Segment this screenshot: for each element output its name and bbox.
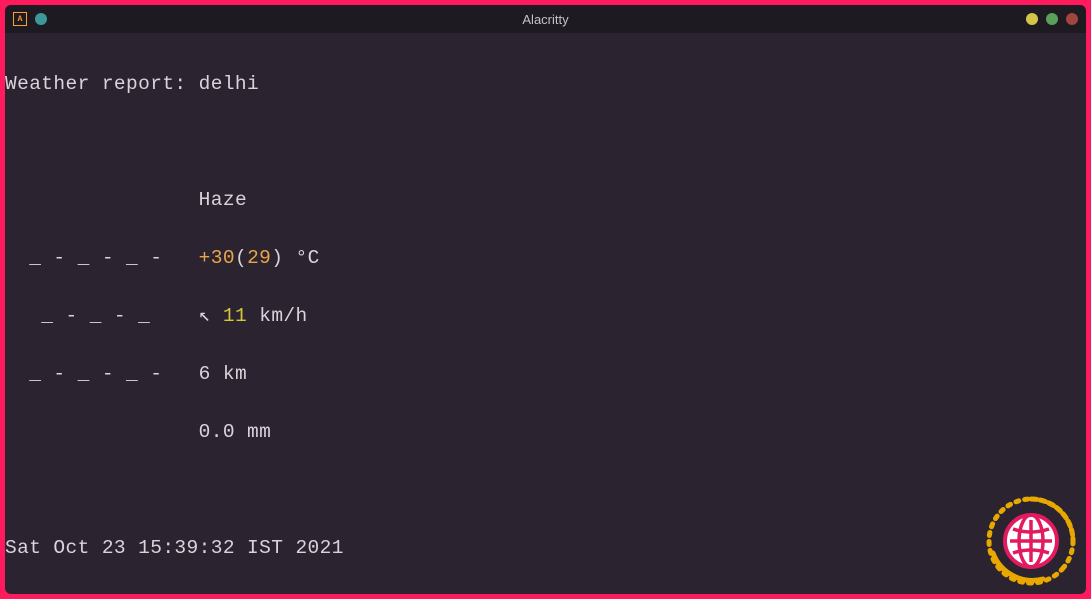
terminal-content[interactable]: Weather report: delhi Haze _ - _ - _ - +… [5,33,1086,594]
precipitation: 0.0 mm [199,421,272,443]
globe-icon [981,491,1081,591]
titlebar[interactable]: A Alacritty [5,5,1086,33]
watermark-logo [981,491,1081,591]
titlebar-indicator-dot [35,13,47,25]
visibility: 6 km [199,363,247,385]
wind-arrow-icon: ↖ [199,305,223,327]
weather-header: Weather report: delhi [5,70,1086,99]
app-icon: A [13,12,27,26]
blank-line-2 [5,476,1086,505]
minimize-button[interactable] [1026,13,1038,25]
haze-art-3: _ - _ - _ - [5,363,187,385]
weather-temp-line: _ - _ - _ - +30(29) °C [5,244,1086,273]
blank-line [5,128,1086,157]
maximize-button[interactable] [1046,13,1058,25]
paren-close: ) [271,247,283,269]
window-title: Alacritty [522,12,568,27]
weather-condition: Haze [199,189,247,211]
paren-open: ( [235,247,247,269]
titlebar-left: A [13,12,47,26]
terminal-window: A Alacritty Weather report: delhi Haze _… [5,5,1086,594]
weather-wind-line: _ - _ - _ ↖ 11 km/h [5,302,1086,331]
timestamp: Sat Oct 23 15:39:32 IST 2021 [5,534,1086,563]
haze-art-2: _ - _ - _ [5,305,187,327]
close-button[interactable] [1066,13,1078,25]
weather-precip-line: 0.0 mm [5,418,1086,447]
weather-condition-line: Haze [5,186,1086,215]
window-controls [1026,13,1078,25]
wind-speed: 11 [223,305,247,327]
wind-unit: km/h [247,305,308,327]
blank-line-3 [5,592,1086,594]
weather-visibility-line: _ - _ - _ - 6 km [5,360,1086,389]
temp-unit: °C [283,247,319,269]
temp-feels: 29 [247,247,271,269]
haze-art-1: _ - _ - _ - [5,247,187,269]
temp-actual: +30 [199,247,235,269]
